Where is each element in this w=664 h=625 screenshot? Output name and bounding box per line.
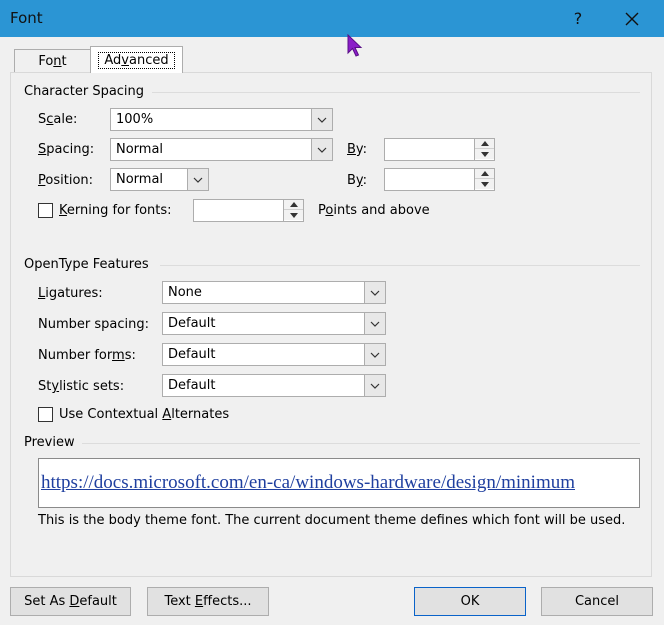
position-by-label: By: (347, 173, 368, 188)
help-button[interactable]: ? (555, 0, 601, 37)
chevron-down-icon[interactable] (364, 313, 385, 334)
number-forms-label: Number forms: (38, 348, 136, 363)
mouse-pointer-icon (347, 34, 363, 57)
tab-advanced[interactable]: Advanced (90, 46, 183, 73)
spacing-combo[interactable]: Normal (110, 138, 333, 161)
title-bar[interactable]: Font ? (0, 0, 664, 37)
tab-advanced-label: Advanced (98, 51, 175, 69)
group-divider (82, 443, 640, 444)
spacing-label: Spacing: (38, 142, 95, 157)
chevron-down-icon[interactable] (311, 109, 332, 130)
text-effects-button[interactable]: Text Effects... (147, 587, 269, 616)
cancel-button[interactable]: Cancel (541, 587, 653, 616)
spacing-value: Normal (116, 142, 164, 157)
position-value: Normal (116, 172, 164, 187)
scale-label: Scale: (38, 112, 78, 127)
preview-heading: Preview (24, 435, 75, 450)
contextual-alternates-checkbox[interactable] (38, 407, 53, 422)
chevron-down-icon[interactable] (364, 375, 385, 396)
kerning-spinner[interactable] (193, 199, 304, 222)
triangle-down-icon[interactable] (284, 210, 303, 220)
scale-combo[interactable]: 100% (110, 108, 333, 131)
triangle-down-icon[interactable] (475, 149, 494, 159)
stylistic-sets-label: Stylistic sets: (38, 379, 125, 394)
spacing-by-label: By: (347, 142, 368, 157)
scale-value: 100% (116, 112, 154, 127)
opentype-heading: OpenType Features (24, 257, 149, 272)
contextual-alternates-label: Use Contextual Alternates (59, 407, 230, 422)
kerning-checkbox[interactable] (38, 203, 53, 218)
ligatures-label: Ligatures: (38, 286, 103, 301)
set-as-default-button[interactable]: Set As Default (10, 587, 131, 616)
chevron-down-icon[interactable] (311, 139, 332, 160)
tab-font-label: Font (38, 53, 67, 69)
position-combo[interactable]: Normal (110, 168, 209, 191)
tab-font[interactable]: Font (14, 49, 91, 72)
cancel-label: Cancel (574, 594, 620, 609)
triangle-up-icon[interactable] (284, 200, 303, 210)
close-icon (625, 12, 639, 25)
preview-description: This is the body theme font. The current… (38, 513, 626, 528)
kerning-label: Kerning for fonts: (59, 203, 172, 218)
window-title: Font (10, 9, 43, 27)
spacing-by-spinner[interactable] (384, 138, 495, 161)
ok-button[interactable]: OK (414, 587, 526, 616)
chevron-down-icon[interactable] (187, 169, 208, 190)
number-forms-value: Default (168, 347, 216, 362)
text-effects-label: Text Effects... (164, 594, 252, 609)
number-spacing-value: Default (168, 316, 216, 331)
preview-sample-text: https://docs.microsoft.com/en-ca/windows… (41, 472, 576, 493)
group-divider (152, 92, 640, 93)
triangle-up-icon[interactable] (475, 169, 494, 179)
stylistic-sets-value: Default (168, 378, 216, 393)
triangle-up-icon[interactable] (475, 139, 494, 149)
points-and-above-label: Points and above (318, 203, 430, 218)
ligatures-combo[interactable]: None (162, 281, 386, 304)
set-as-default-label: Set As Default (24, 594, 117, 609)
triangle-down-icon[interactable] (475, 179, 494, 189)
help-icon: ? (573, 9, 583, 28)
position-by-spinner[interactable] (384, 168, 495, 191)
number-spacing-label: Number spacing: (38, 317, 149, 332)
group-divider (160, 265, 640, 266)
chevron-down-icon[interactable] (364, 344, 385, 365)
character-spacing-heading: Character Spacing (24, 84, 145, 99)
chevron-down-icon[interactable] (364, 282, 385, 303)
number-spacing-combo[interactable]: Default (162, 312, 386, 335)
ok-label: OK (460, 594, 480, 609)
close-button[interactable] (609, 0, 655, 37)
ligatures-value: None (168, 285, 202, 300)
preview-box: https://docs.microsoft.com/en-ca/windows… (38, 458, 640, 508)
stylistic-sets-combo[interactable]: Default (162, 374, 386, 397)
number-forms-combo[interactable]: Default (162, 343, 386, 366)
position-label: Position: (38, 173, 94, 188)
